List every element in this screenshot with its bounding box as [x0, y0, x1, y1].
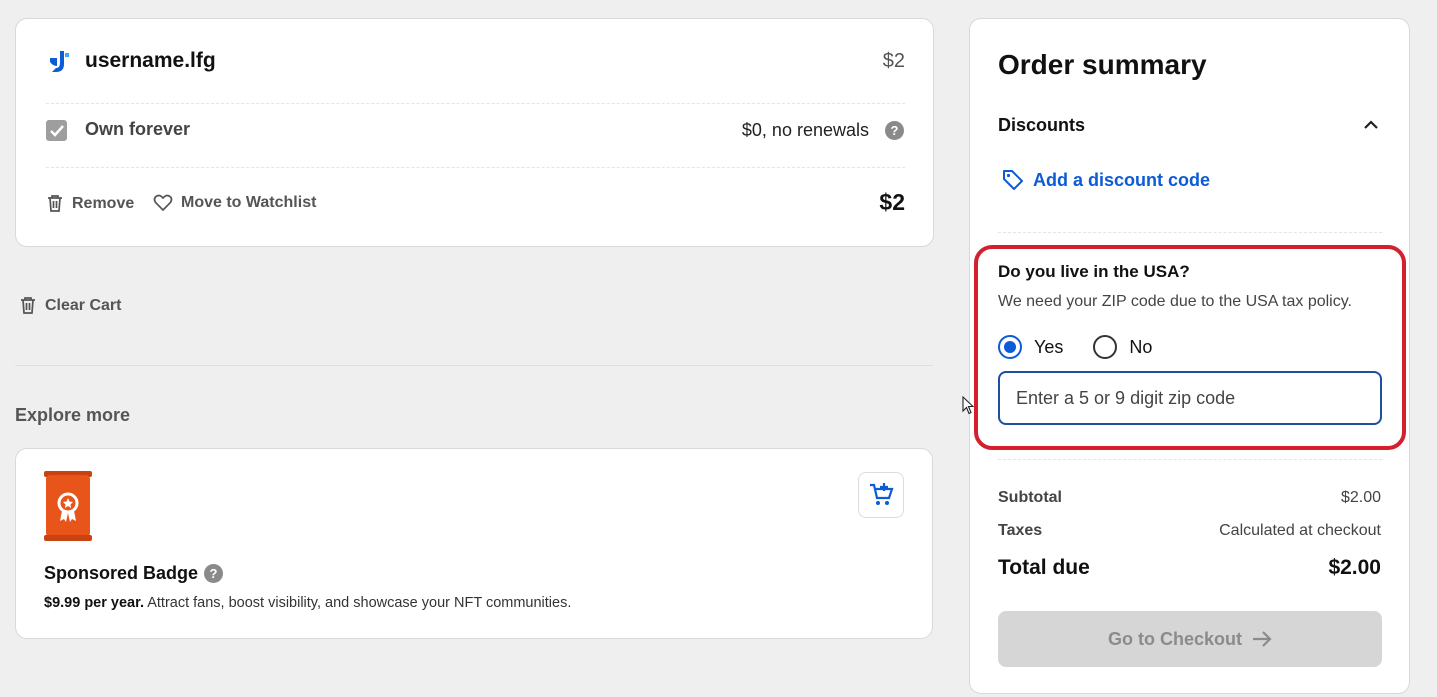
discounts-toggle-label[interactable]: Discounts: [998, 115, 1085, 136]
mouse-pointer-icon: [962, 395, 975, 420]
trash-icon: [21, 297, 35, 314]
section-divider: [15, 365, 933, 366]
heart-icon: [153, 194, 173, 212]
divider: [46, 103, 905, 104]
no-radio-label[interactable]: No: [1129, 337, 1152, 358]
yes-radio-label[interactable]: Yes: [1034, 337, 1063, 358]
sponsored-badge-title: Sponsored Badge ?: [44, 563, 224, 584]
badge-desc-text: Attract fans, boost visibility, and show…: [143, 595, 572, 611]
usa-question: Do you live in the USA?: [998, 262, 1190, 281]
go-to-checkout-button[interactable]: Go to Checkout: [998, 611, 1382, 667]
trash-icon: [48, 195, 62, 212]
move-to-watchlist-button[interactable]: Move to Watchlist: [153, 194, 316, 212]
domain-brand-logo-icon: [48, 50, 70, 74]
remove-button[interactable]: Remove: [46, 194, 134, 213]
add-discount-code-link[interactable]: Add a discount code: [1002, 169, 1210, 191]
badge-title-text: Sponsored Badge: [44, 563, 199, 583]
watchlist-label: Move to Watchlist: [181, 194, 317, 211]
sponsored-badge-card: Sponsored Badge ? $9.99 per year. Attrac…: [15, 448, 933, 639]
own-forever-checkbox[interactable]: [46, 120, 67, 141]
divider: [998, 232, 1382, 233]
chevron-up-icon[interactable]: [1363, 117, 1379, 135]
own-forever-label: Own forever: [85, 119, 191, 139]
order-summary-title: Order summary: [998, 49, 1207, 80]
cart-item-card: username.lfg $2 Own forever $0, no renew…: [15, 18, 934, 247]
subtotal-value: $2.00: [1340, 489, 1381, 506]
taxes-value: Calculated at checkout: [1219, 522, 1381, 539]
line-total: $2: [879, 189, 905, 215]
divider: [46, 167, 905, 168]
tag-icon: [1003, 170, 1023, 190]
subtotal-label: Subtotal: [998, 489, 1062, 506]
total-due-value: $2.00: [1328, 556, 1381, 579]
taxes-label: Taxes: [998, 522, 1043, 539]
no-radio[interactable]: [1093, 335, 1118, 359]
own-forever-price: $0, no renewals: [741, 120, 869, 140]
explore-more-heading: Explore more: [15, 405, 131, 425]
cart-plus-icon: [870, 483, 894, 505]
badge-price: $9.99 per year.: [44, 595, 144, 611]
total-due-label: Total due: [998, 556, 1090, 579]
order-summary-card: Order summary Discounts Add a discount c…: [969, 18, 1410, 694]
clear-cart-button[interactable]: Clear Cart: [19, 296, 121, 315]
divider: [998, 459, 1382, 460]
usa-tax-note: We need your ZIP code due to the USA tax…: [998, 293, 1352, 310]
yes-radio[interactable]: [998, 335, 1022, 359]
sponsored-badge-description: $9.99 per year. Attract fans, boost visi…: [44, 595, 571, 611]
remove-label: Remove: [72, 194, 135, 212]
add-discount-label: Add a discount code: [1033, 169, 1211, 190]
add-to-cart-button[interactable]: [858, 472, 904, 518]
arrow-right-icon: [1253, 631, 1272, 647]
checkout-label: Go to Checkout: [1108, 628, 1242, 649]
clear-cart-label: Clear Cart: [45, 296, 122, 314]
zip-code-input[interactable]: [998, 371, 1382, 425]
usa-radio-group: Yes No: [998, 335, 1152, 359]
sponsored-badge-icon: [44, 471, 92, 541]
help-icon[interactable]: ?: [885, 121, 904, 140]
help-icon[interactable]: ?: [204, 564, 224, 583]
domain-price: $2: [882, 50, 905, 72]
domain-name: username.lfg: [85, 49, 216, 72]
